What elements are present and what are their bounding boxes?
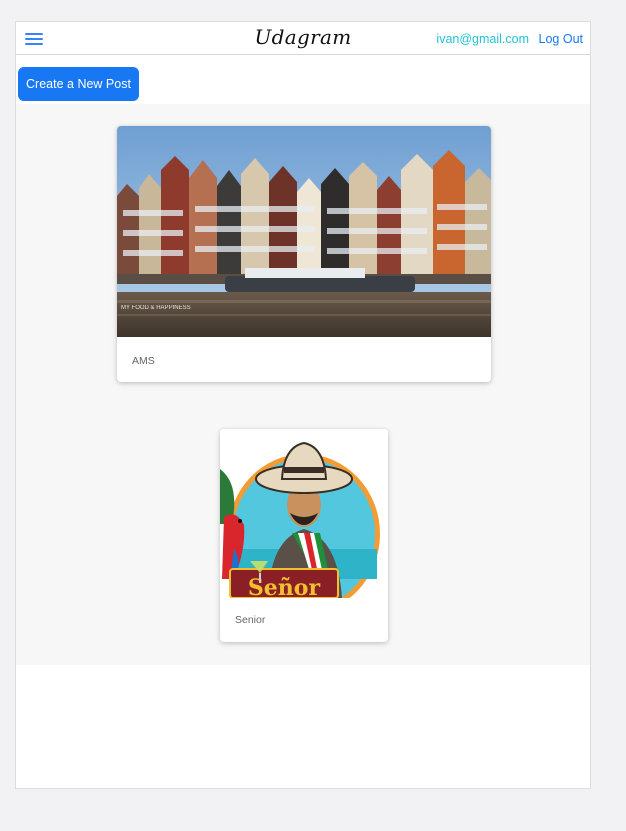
post-image-amsterdam: MY FOOD & HAPPINESS bbox=[117, 126, 491, 337]
top-toolbar: Udagram ivan@gmail.com Log Out bbox=[16, 22, 590, 55]
sign-text: Señor bbox=[248, 575, 321, 598]
post-card[interactable]: Señor Senior bbox=[220, 429, 388, 642]
post-card[interactable]: MY FOOD & HAPPINESS AMS bbox=[117, 126, 491, 382]
logout-button[interactable]: Log Out bbox=[539, 32, 583, 46]
app-window: Udagram ivan@gmail.com Log Out Create a … bbox=[15, 21, 591, 789]
image-watermark: MY FOOD & HAPPINESS bbox=[121, 305, 191, 311]
create-post-button[interactable]: Create a New Post bbox=[18, 67, 139, 101]
user-email: ivan@gmail.com bbox=[436, 32, 529, 46]
post-caption: Senior bbox=[235, 614, 266, 626]
post-caption: AMS bbox=[132, 355, 155, 367]
post-image-senor: Señor bbox=[220, 429, 388, 598]
post-feed: MY FOOD & HAPPINESS AMS Señor Senior bbox=[16, 104, 590, 665]
